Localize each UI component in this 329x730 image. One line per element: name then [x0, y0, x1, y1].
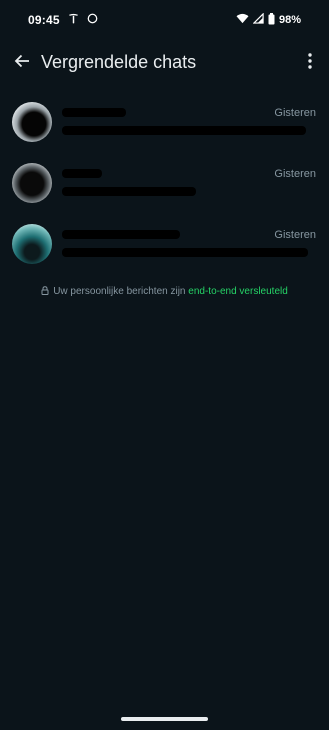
circle-icon: [87, 13, 98, 27]
page-title: Vergrendelde chats: [41, 52, 197, 72]
signal-icon: [252, 12, 264, 27]
chat-name-redacted: [62, 169, 102, 178]
battery-percentage: 98%: [278, 14, 301, 26]
chat-row[interactable]: Gisteren: [0, 153, 329, 214]
chat-message-redacted: [62, 187, 196, 196]
chat-message-redacted: [62, 126, 306, 135]
back-button[interactable]: [8, 49, 36, 77]
chat-time: Gisteren: [274, 229, 316, 241]
chat-name-redacted: [62, 108, 126, 117]
avatar: [12, 224, 52, 264]
chat-list: Gisteren Gisteren Gisteren: [0, 92, 329, 275]
lock-icon: [41, 286, 49, 298]
battery-icon: [268, 12, 275, 28]
status-left: 09:45: [28, 13, 98, 27]
status-bar: 09:45 98%: [0, 0, 329, 40]
encryption-text: Uw persoonlijke berichten zijn: [53, 286, 189, 297]
status-time: 09:45: [28, 13, 60, 27]
home-indicator[interactable]: [121, 717, 208, 721]
avatar: [12, 102, 52, 142]
encryption-notice: Uw persoonlijke berichten zijn end-to-en…: [0, 286, 329, 298]
encryption-link[interactable]: end-to-end versleuteld: [188, 286, 288, 297]
app-bar: Vergrendelde chats: [0, 40, 329, 86]
chat-name-redacted: [62, 230, 180, 239]
avatar: [12, 163, 52, 203]
more-options-button[interactable]: [299, 49, 321, 77]
arrow-left-icon: [14, 53, 30, 74]
chat-row[interactable]: Gisteren: [0, 92, 329, 153]
wifi-icon: [236, 13, 249, 27]
chat-time: Gisteren: [274, 168, 316, 180]
tesla-icon: [68, 13, 79, 27]
chat-time: Gisteren: [274, 107, 316, 119]
more-vertical-icon: [308, 52, 312, 74]
chat-message-redacted: [62, 248, 308, 257]
status-right: 98%: [236, 12, 301, 28]
chat-row[interactable]: Gisteren: [0, 214, 329, 275]
